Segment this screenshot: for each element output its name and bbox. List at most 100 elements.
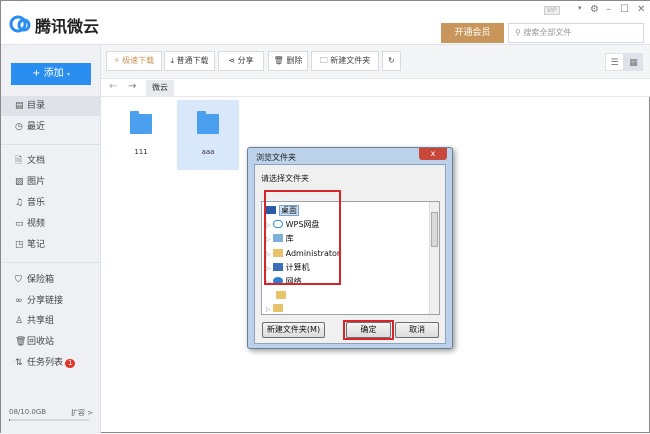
trash-icon: 🗑 (274, 56, 284, 65)
new-folder-button[interactable]: 🗀 新建文件夹 (311, 51, 379, 71)
folder-icon (197, 114, 219, 134)
transfer-icon: ⇅ (15, 353, 27, 373)
sidebar-item-recent[interactable]: ◷最近 (1, 117, 100, 137)
folder-item[interactable]: 111 (110, 100, 172, 170)
label: 任务列表 (27, 358, 63, 368)
search-input[interactable]: ⚲ 搜索全部文件 (508, 23, 644, 43)
expand-icon[interactable]: ▷ (266, 306, 271, 313)
folder-icon (273, 304, 283, 312)
dialog-prompt: 请选择文件夹 (261, 173, 309, 184)
cancel-button[interactable]: 取消 (395, 322, 439, 338)
storage-bar (9, 419, 89, 421)
document-icon: 🗎 (15, 151, 27, 171)
label: 最近 (27, 122, 45, 132)
sidebar-item-notes[interactable]: ◳笔记 (1, 235, 100, 255)
new-folder-icon: 🗀 (320, 56, 328, 65)
vip-badge[interactable]: VIP (544, 6, 560, 15)
gear-icon[interactable]: ⚙ (590, 4, 599, 15)
dropdown-icon[interactable]: ▾ (578, 4, 582, 12)
folder-name: 111 (110, 148, 172, 156)
folder-name: aaa (177, 148, 239, 156)
music-icon: ♫ (15, 193, 27, 213)
list-view-icon: ☰ (610, 58, 618, 68)
label: 文档 (27, 156, 45, 166)
breadcrumb-item[interactable]: 微云 (146, 80, 174, 96)
label: 普通下载 (177, 56, 209, 65)
label: 音乐 (27, 198, 45, 208)
tree-scrollbar[interactable] (429, 202, 439, 314)
forward-icon[interactable]: → (128, 81, 136, 92)
label: 分享链接 (27, 296, 63, 306)
breadcrumb: ← → 微云 (101, 79, 650, 97)
sidebar-item-tasks[interactable]: ⇅任务列表1 (1, 353, 100, 373)
toolbar: ⚡ 极速下载 ⤓ 普通下载 ⋖ 分享 🗑 删除 🗀 新建文件夹 ↻ ☰ ▦ (101, 45, 650, 79)
download-button[interactable]: ⤓ 普通下载 (164, 51, 215, 71)
tree-item-folder[interactable]: ▷ (266, 302, 286, 315)
divider (1, 262, 100, 263)
refresh-icon: ↻ (388, 56, 395, 65)
back-icon[interactable]: ← (109, 81, 117, 92)
storage-bar-fill (9, 419, 10, 421)
highlight-box (343, 320, 394, 340)
search-placeholder: 搜索全部文件 (523, 28, 571, 37)
video-icon: ▭ (15, 214, 27, 234)
sidebar-item-recycle-bin[interactable]: 🗑回收站 (1, 332, 100, 352)
maximize-icon[interactable]: ☐ (620, 4, 629, 15)
new-folder-button[interactable]: 新建文件夹(M) (262, 322, 325, 338)
browse-folder-dialog: 浏览文件夹 x 请选择文件夹 桌面 ▷WPS网盘 ▷库 ▷Administrat… (247, 147, 453, 349)
image-icon: ▨ (15, 172, 27, 192)
header: 腾讯微云 VIP ▾ ⚙ – ☐ ✕ 开通会员 ⚲ 搜索全部文件 (1, 1, 650, 45)
app-window: 腾讯微云 VIP ▾ ⚙ – ☐ ✕ 开通会员 ⚲ 搜索全部文件 + 添加 ▾ … (0, 0, 650, 433)
divider (1, 144, 100, 145)
sidebar-item-share-group[interactable]: ♙共享组 (1, 311, 100, 331)
dialog-body: 请选择文件夹 桌面 ▷WPS网盘 ▷库 ▷Administrator ▷计算机 … (254, 164, 446, 344)
note-icon: ◳ (15, 235, 27, 255)
minimize-icon[interactable]: – (606, 4, 611, 15)
list-icon: ▤ (15, 96, 27, 116)
sidebar-item-catalog[interactable]: ▤目录 (1, 96, 100, 116)
share-icon: ⋖ (228, 56, 235, 65)
fast-download-button[interactable]: ⚡ 极速下载 (106, 51, 162, 71)
sidebar-item-images[interactable]: ▨图片 (1, 172, 100, 192)
expand-storage-link[interactable]: 扩容 > (71, 408, 93, 418)
sidebar-item-vault[interactable]: ⛉保险箱 (1, 270, 100, 290)
label: 删除 (286, 56, 302, 65)
folder-icon (276, 291, 286, 299)
list-view-button[interactable]: ☰ (605, 53, 624, 71)
scrollbar-thumb[interactable] (431, 212, 438, 247)
open-vip-button[interactable]: 开通会员 (441, 23, 504, 43)
highlight-box (264, 190, 341, 285)
shield-icon: ⛉ (15, 270, 27, 290)
sidebar-item-docs[interactable]: 🗎文档 (1, 151, 100, 171)
app-title: 腾讯微云 (35, 13, 99, 37)
storage-usage: 08/10.0GB (9, 408, 46, 416)
grid-view-icon: ▦ (629, 58, 638, 68)
share-button[interactable]: ⋖ 分享 (218, 51, 264, 71)
folder-icon (130, 114, 152, 134)
label: 视频 (27, 219, 45, 229)
folder-item-selected[interactable]: aaa (177, 100, 239, 170)
dialog-close-button[interactable]: x (419, 148, 447, 160)
grid-view-button[interactable]: ▦ (624, 53, 643, 71)
group-icon: ♙ (15, 311, 27, 331)
sidebar-item-share-links[interactable]: ∞分享链接 (1, 291, 100, 311)
add-button[interactable]: + 添加 ▾ (11, 63, 91, 85)
label: 图片 (27, 177, 45, 187)
label: 回收站 (27, 337, 54, 347)
close-icon[interactable]: ✕ (637, 4, 645, 15)
refresh-button[interactable]: ↻ (382, 51, 401, 71)
clock-icon: ◷ (15, 117, 27, 137)
task-count-badge: 1 (65, 359, 75, 368)
tree-item-folder[interactable] (276, 289, 289, 302)
label: 极速下载 (122, 56, 154, 65)
dialog-title: 浏览文件夹 (256, 152, 296, 163)
cloud-logo-icon (9, 13, 31, 33)
label: 共享组 (27, 316, 54, 326)
sidebar-item-video[interactable]: ▭视频 (1, 214, 100, 234)
trash-icon: 🗑 (15, 332, 27, 352)
sidebar-item-music[interactable]: ♫音乐 (1, 193, 100, 213)
label: 新建文件夹 (330, 56, 370, 65)
download-icon: ⤓ (170, 56, 174, 65)
delete-button[interactable]: 🗑 删除 (268, 51, 308, 71)
add-label: 添加 (44, 68, 64, 79)
